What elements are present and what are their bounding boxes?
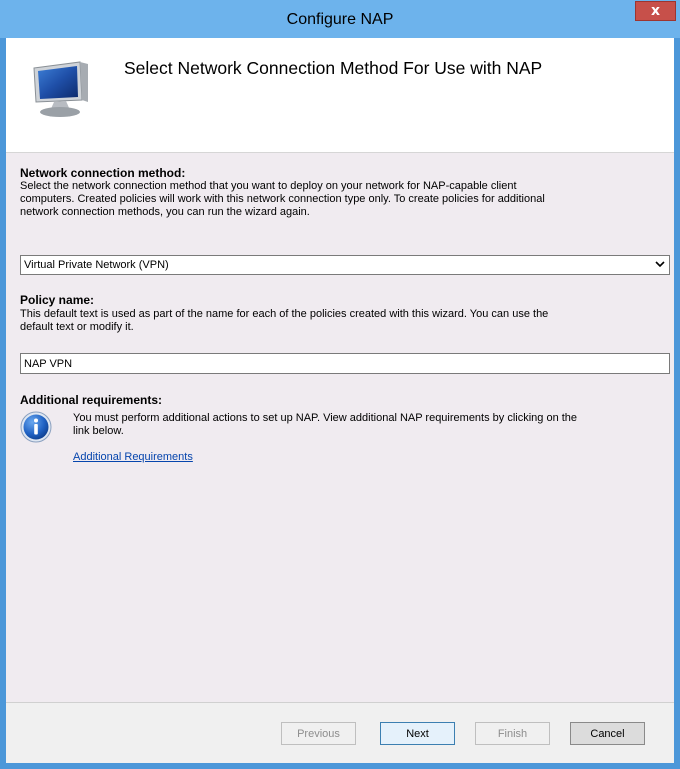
window-title: Configure NAP	[286, 11, 394, 28]
wizard-header: Select Network Connection Method For Use…	[6, 38, 674, 152]
description-line: default text or modify it.	[20, 321, 134, 333]
title-bar[interactable]: Configure NAP x	[0, 0, 680, 38]
cancel-button[interactable]: Cancel	[570, 722, 645, 745]
policy-name-description: This default text is used as part of the…	[20, 308, 548, 334]
additional-requirements-label: Additional requirements:	[20, 393, 163, 407]
finish-button[interactable]: Finish	[475, 722, 550, 745]
close-icon: x	[650, 3, 661, 19]
header-title: Select Network Connection Method For Use…	[124, 58, 543, 78]
info-icon	[20, 411, 52, 443]
previous-button[interactable]: Previous	[281, 722, 356, 745]
computer-monitor-icon	[33, 61, 88, 117]
description-line: computers. Created policies will work wi…	[20, 193, 545, 205]
dialog-client-area: Select Network Connection Method For Use…	[6, 38, 674, 763]
next-button[interactable]: Next	[380, 722, 455, 745]
description-line: This default text is used as part of the…	[20, 308, 549, 320]
connection-method-description: Select the network connection method tha…	[20, 180, 545, 219]
connection-method-label: Network connection method:	[20, 166, 186, 180]
policy-name-label: Policy name:	[20, 293, 95, 307]
additional-requirements-link[interactable]: Additional Requirements	[73, 451, 193, 463]
configure-nap-window: Configure NAP x Select Network Connectio…	[0, 0, 680, 769]
description-line: network connection methods, you can run …	[20, 206, 310, 218]
chevron-down-icon[interactable]	[655, 258, 665, 273]
selected-value: Virtual Private Network (VPN)	[24, 259, 169, 271]
policy-name-input[interactable]: NAP VPN	[20, 353, 670, 374]
description-line: link below.	[73, 425, 124, 437]
additional-requirements-description: You must perform additional actions to s…	[73, 412, 577, 438]
connection-method-select[interactable]: Virtual Private Network (VPN)	[20, 255, 670, 275]
close-button[interactable]: x	[635, 1, 676, 21]
description-line: Select the network connection method tha…	[20, 180, 517, 192]
description-line: You must perform additional actions to s…	[73, 412, 578, 424]
